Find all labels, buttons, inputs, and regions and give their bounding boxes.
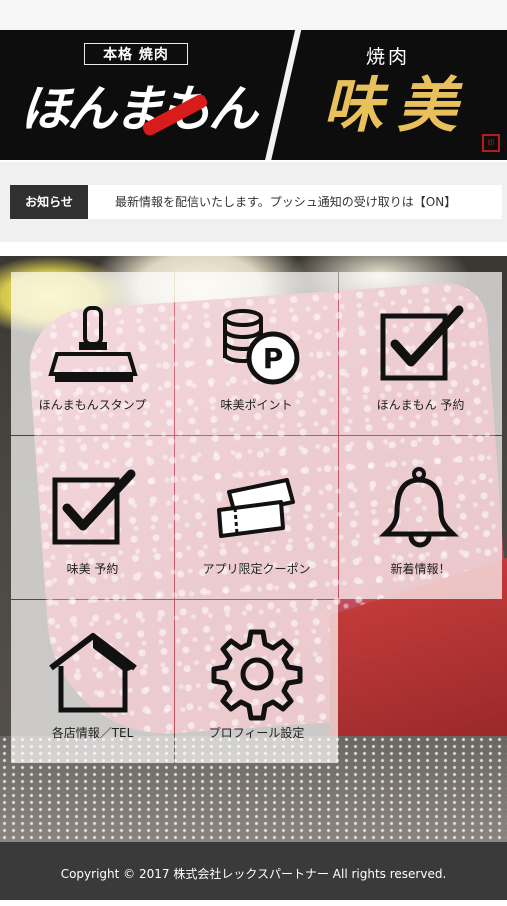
menu-label: アプリ限定クーポン [202, 562, 311, 576]
status-strip [0, 0, 507, 30]
news-ticker[interactable]: お知らせ 最新情報を配信いたします。プッシュ通知の受け取りは【ON】 [10, 185, 502, 219]
menu-label: 味美 予約 [66, 562, 119, 576]
checkbox-icon [380, 305, 463, 381]
copyright-text: Copyright © 2017 株式会社レックスパートナー All right… [60, 867, 447, 881]
menu-label: 各店情報／TEL [51, 726, 134, 740]
menu-tile-news[interactable]: 新着情報！ [339, 436, 502, 599]
menu-label: 味美ポイント [220, 398, 293, 412]
honmamon-tag: 本格 焼肉 [84, 43, 188, 65]
menu-label: ほんまもん 予約 [376, 398, 465, 412]
mimi-subtitle: 焼肉 [365, 46, 410, 68]
menu-grid: ほんまもんスタンプ P 味美ポイント ほんまもん 予約 味美 予約 アプリ限定ク… [11, 272, 503, 764]
menu-tile-honmamon-reserve[interactable]: ほんまもん 予約 [339, 272, 502, 435]
menu-tile-point[interactable]: P 味美ポイント [175, 272, 338, 435]
news-text: 最新情報を配信いたします。プッシュ通知の受け取りは【ON】 [115, 195, 457, 209]
menu-tile-stamp[interactable]: ほんまもんスタンプ [11, 272, 174, 435]
spacer [0, 242, 507, 256]
coupon-icon [216, 478, 295, 538]
menu-tile-stores[interactable]: 各店情報／TEL [11, 600, 174, 763]
brand-banner: 本格 焼肉 ほんまもん 焼肉 味美 印 [0, 30, 507, 160]
menu-tile-mimi-reserve[interactable]: 味美 予約 [11, 436, 174, 599]
house-icon [48, 633, 137, 713]
checkbox-icon [52, 469, 135, 545]
menu-tile-profile[interactable]: プロフィール設定 [175, 600, 338, 763]
menu-tile-coupon[interactable]: アプリ限定クーポン [175, 436, 338, 599]
menu-label: プロフィール設定 [208, 726, 305, 740]
bell-icon [378, 467, 459, 548]
coins-point-icon: P [222, 309, 299, 385]
news-bar: お知らせ 最新情報を配信いたします。プッシュ通知の受け取りは【ON】 [0, 162, 507, 242]
honmamon-logo: ほんまもん [20, 79, 258, 138]
menu-label: 新着情報！ [390, 562, 451, 576]
svg-text:P: P [262, 342, 283, 375]
news-label: お知らせ [10, 185, 88, 219]
seal-stamp: 印 [482, 134, 500, 152]
footer: Copyright © 2017 株式会社レックスパートナー All right… [0, 842, 507, 900]
banner-divider [261, 30, 303, 160]
gear-icon [211, 629, 302, 721]
stamp-icon [47, 306, 138, 382]
menu-label: ほんまもんスタンプ [38, 398, 147, 412]
mimi-logo: 味美 [323, 71, 471, 141]
